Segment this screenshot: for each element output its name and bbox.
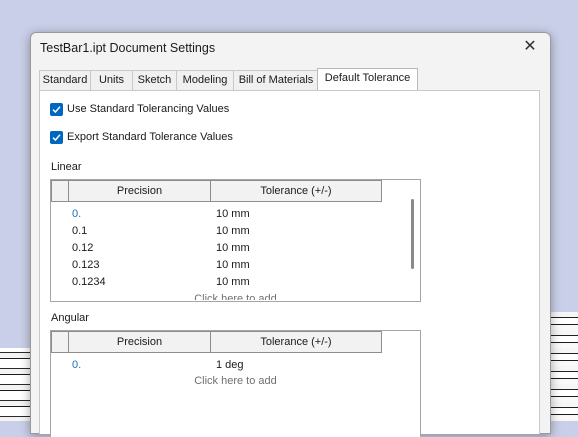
- table-row[interactable]: 0. 10 mm: [51, 206, 401, 223]
- tab-standard[interactable]: Standard: [39, 70, 91, 90]
- close-button[interactable]: ✕: [520, 37, 540, 57]
- table-row[interactable]: 0.12 10 mm: [51, 240, 401, 257]
- title-bar[interactable]: TestBar1.ipt Document Settings ✕: [31, 33, 550, 63]
- tolerance-cell[interactable]: 10 mm: [216, 257, 250, 274]
- checkmark-icon: [52, 105, 61, 113]
- close-icon: ✕: [523, 38, 537, 55]
- window-title: TestBar1.ipt Document Settings: [40, 41, 216, 55]
- default-tolerance-panel: Use Standard Tolerancing Values Export S…: [39, 90, 540, 437]
- tolerance-cell[interactable]: 1 deg: [216, 357, 244, 374]
- tab-modeling[interactable]: Modeling: [176, 70, 234, 90]
- table-row[interactable]: 0.1 10 mm: [51, 223, 401, 240]
- linear-grid-scrollbar[interactable]: [404, 180, 420, 299]
- tolerance-cell[interactable]: 10 mm: [216, 206, 250, 223]
- precision-column-header[interactable]: Precision: [68, 180, 211, 202]
- use-standard-label: Use Standard Tolerancing Values: [67, 103, 230, 115]
- export-standard-option[interactable]: Export Standard Tolerance Values: [50, 129, 233, 145]
- precision-cell[interactable]: 0.12: [72, 240, 93, 257]
- use-standard-checkbox[interactable]: [50, 102, 63, 116]
- scrollbar-thumb[interactable]: [411, 199, 414, 269]
- tolerance-cell[interactable]: 10 mm: [216, 223, 250, 240]
- table-row[interactable]: 0. 1 deg: [51, 357, 401, 374]
- tab-default-tolerance[interactable]: Default Tolerance: [317, 68, 418, 90]
- angular-add-row[interactable]: Click here to add: [51, 375, 420, 387]
- precision-cell[interactable]: 0.123: [72, 257, 100, 274]
- tolerance-column-header[interactable]: Tolerance (+/-): [210, 180, 382, 202]
- table-row[interactable]: 0.1234 10 mm: [51, 274, 401, 291]
- precision-cell[interactable]: 0.1234: [72, 274, 106, 291]
- tab-bill-of-materials[interactable]: Bill of Materials: [233, 70, 319, 90]
- linear-group-label: Linear: [51, 161, 82, 173]
- precision-cell[interactable]: 0.: [72, 206, 81, 223]
- row-selector-header[interactable]: [51, 180, 69, 202]
- precision-column-header[interactable]: Precision: [68, 331, 211, 353]
- tab-sketch[interactable]: Sketch: [132, 70, 177, 90]
- document-settings-dialog: TestBar1.ipt Document Settings ✕ Standar…: [30, 32, 551, 437]
- use-standard-option[interactable]: Use Standard Tolerancing Values: [50, 101, 229, 117]
- table-row[interactable]: 0.123 10 mm: [51, 257, 401, 274]
- angular-group-label: Angular: [51, 312, 89, 324]
- checkmark-icon: [52, 133, 61, 141]
- export-standard-checkbox[interactable]: [50, 130, 63, 144]
- linear-add-row[interactable]: Click here to add: [51, 292, 420, 300]
- background-window-edge-right: [549, 312, 578, 421]
- precision-cell[interactable]: 0.1: [72, 223, 87, 240]
- tolerance-cell[interactable]: 10 mm: [216, 274, 250, 291]
- linear-grid-header: Precision Tolerance (+/-): [51, 180, 382, 202]
- angular-grid-header: Precision Tolerance (+/-): [51, 331, 382, 353]
- linear-tolerance-grid[interactable]: Precision Tolerance (+/-) 0. 10 mm 0.1 1…: [50, 179, 421, 302]
- export-standard-label: Export Standard Tolerance Values: [67, 131, 233, 143]
- tab-units[interactable]: Units: [90, 70, 133, 90]
- precision-cell[interactable]: 0.: [72, 357, 81, 374]
- tolerance-cell[interactable]: 10 mm: [216, 240, 250, 257]
- tolerance-column-header[interactable]: Tolerance (+/-): [210, 331, 382, 353]
- background-window-edge-left: [0, 348, 32, 421]
- row-selector-header[interactable]: [51, 331, 69, 353]
